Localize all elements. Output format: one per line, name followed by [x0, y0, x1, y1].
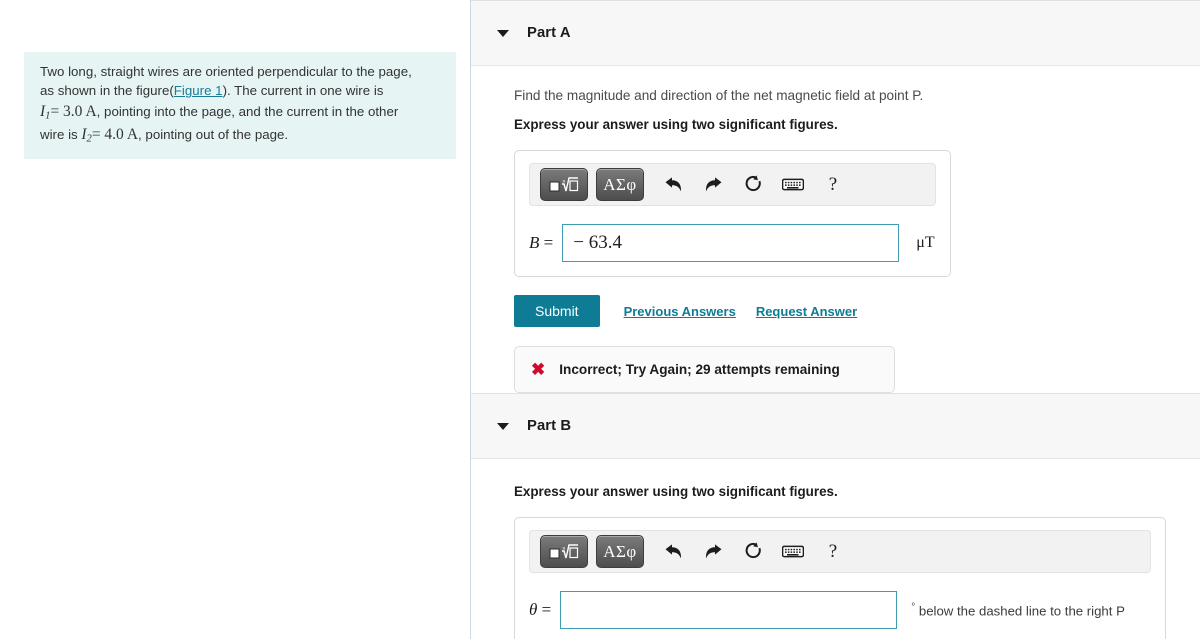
part-a-question: Find the magnitude and direction of the …	[514, 88, 924, 103]
reset-glyph	[745, 542, 761, 559]
greek-letters-label: ΑΣφ	[603, 541, 637, 561]
math-template-button[interactable]: n	[540, 535, 588, 568]
degree-symbol: °	[911, 601, 916, 613]
undo-glyph	[665, 177, 681, 192]
keyboard-icon[interactable]	[776, 536, 810, 567]
problem-line-1: Two long, straight wires are oriented pe…	[40, 64, 412, 79]
greek-letters-button[interactable]: ΑΣφ	[596, 168, 644, 201]
part-a-input-row: B = − 63.4 μT	[529, 224, 936, 262]
part-a-feedback: ✖ Incorrect; Try Again; 29 attempts rema…	[514, 346, 895, 393]
part-b-answer-input[interactable]	[560, 591, 898, 629]
reset-icon[interactable]	[736, 536, 770, 567]
help-label: ?	[828, 540, 838, 562]
part-a-body: Find the magnitude and direction of the …	[471, 66, 1200, 393]
part-b-variable-label: θ =	[529, 600, 552, 619]
request-answer-link[interactable]: Request Answer	[756, 304, 857, 319]
part-b-header[interactable]: Part B	[471, 393, 1200, 459]
redo-icon[interactable]	[696, 536, 730, 567]
current-2-value: = 4.0 A	[91, 125, 139, 143]
part-b-body: Express your answer using two significan…	[471, 459, 1200, 639]
math-template-icon: n	[549, 543, 579, 558]
greek-letters-label: ΑΣφ	[603, 174, 637, 194]
problem-line-4-pre: wire is	[40, 126, 82, 142]
part-a-answer-input[interactable]: − 63.4	[562, 224, 900, 262]
part-b-math-toolbar: n ΑΣφ ?	[529, 530, 1151, 573]
help-icon[interactable]: ?	[816, 169, 850, 200]
part-b-title: Part B	[527, 418, 572, 434]
reset-icon[interactable]	[736, 169, 770, 200]
undo-icon[interactable]	[656, 169, 690, 200]
figure-1-link[interactable]: Figure 1	[174, 83, 223, 98]
problem-statement: Two long, straight wires are oriented pe…	[24, 52, 456, 159]
part-b-unit-text: below the dashed line to the right P	[918, 603, 1125, 619]
part-b-input-row: θ = ° below the dashed line to the right…	[529, 591, 1151, 629]
part-a-instruction: Express your answer using two significan…	[514, 117, 838, 132]
part-a-unit: μT	[916, 234, 935, 251]
part-a-header[interactable]: Part A	[471, 0, 1200, 66]
parts-pane: Part A Find the magnitude and direction …	[471, 0, 1200, 639]
part-a-math-toolbar: n ΑΣφ ?	[529, 163, 936, 206]
redo-icon[interactable]	[696, 169, 730, 200]
svg-text:n: n	[563, 178, 566, 184]
svg-text:n: n	[563, 545, 566, 551]
help-label: ?	[828, 173, 838, 195]
part-a-title: Part A	[527, 25, 571, 41]
part-b-answer-box: n ΑΣφ ? θ = ° below the dashed line to t…	[514, 517, 1166, 639]
problem-line-2-pre: as shown in the figure(	[40, 83, 174, 99]
problem-line-4-post: , pointing out of the page.	[138, 126, 289, 142]
help-icon[interactable]: ?	[816, 536, 850, 567]
keyboard-glyph	[782, 178, 804, 191]
keyboard-glyph	[782, 545, 804, 558]
redo-glyph	[705, 544, 721, 559]
current-2-symbol: I2	[81, 125, 92, 145]
part-a-actions: Submit Previous Answers Request Answer	[514, 295, 1200, 327]
chevron-down-icon[interactable]	[497, 422, 509, 430]
keyboard-icon[interactable]	[776, 169, 810, 200]
undo-glyph	[665, 544, 681, 559]
previous-answers-link[interactable]: Previous Answers	[624, 304, 736, 319]
problem-line-2-post: ). The current in one wire is	[222, 83, 384, 99]
part-a-answer-value: − 63.4	[573, 232, 622, 253]
math-template-icon: n	[549, 176, 579, 191]
part-b-unit-suffix: ° below the dashed line to the right P	[911, 602, 1125, 618]
undo-icon[interactable]	[656, 536, 690, 567]
part-b-instruction: Express your answer using two significan…	[514, 484, 838, 499]
problem-line-3-post: , pointing into the page, and the curren…	[96, 103, 399, 119]
reset-glyph	[745, 175, 761, 192]
redo-glyph	[705, 177, 721, 192]
part-a-answer-box: n ΑΣφ ? B = − 63.4 μT	[514, 150, 951, 277]
problem-pane: Two long, straight wires are oriented pe…	[0, 0, 471, 639]
submit-button[interactable]: Submit	[514, 295, 600, 327]
part-a-variable-label: B =	[529, 233, 554, 252]
part-a-feedback-text: Incorrect; Try Again; 29 attempts remain…	[559, 362, 840, 377]
greek-letters-button[interactable]: ΑΣφ	[596, 535, 644, 568]
current-1-symbol: I1	[40, 102, 51, 122]
current-1-value: = 3.0 A	[50, 102, 97, 120]
math-template-button[interactable]: n	[540, 168, 588, 201]
incorrect-icon: ✖	[531, 360, 546, 379]
chevron-down-icon[interactable]	[497, 29, 509, 37]
page-root: Two long, straight wires are oriented pe…	[0, 0, 1200, 639]
